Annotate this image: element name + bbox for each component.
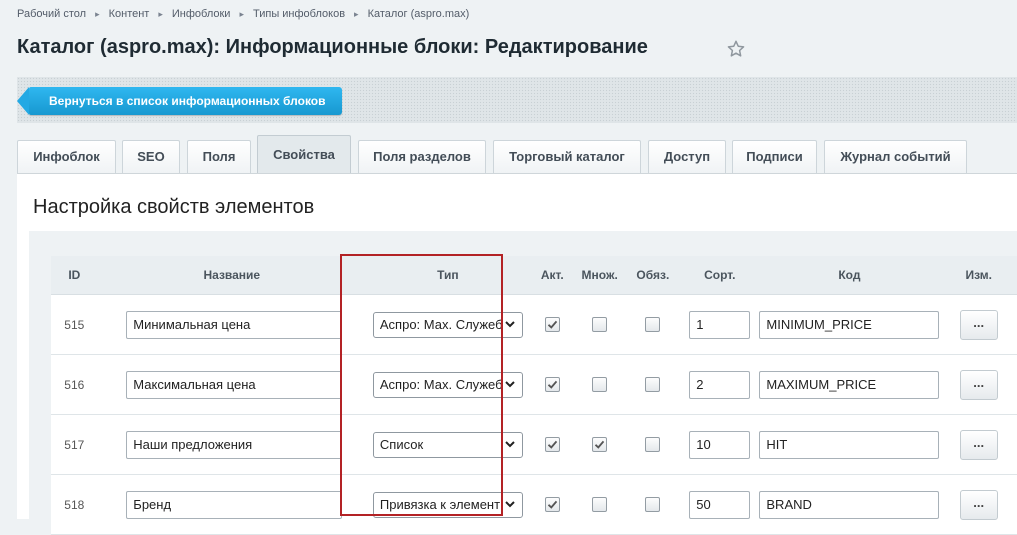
- property-type-select[interactable]: Привязка к элемент: [372, 491, 523, 518]
- required-checkbox[interactable]: [645, 317, 661, 333]
- tab-content: Настройка свойств элементов ID Название …: [17, 173, 1017, 535]
- property-name-input[interactable]: Наши предложения: [126, 430, 343, 459]
- tab-infoblock[interactable]: Инфоблок: [17, 140, 116, 173]
- property-id: 517: [51, 414, 98, 475]
- edit-more-button[interactable]: ...: [959, 429, 998, 460]
- column-header-multiple: Множ.: [574, 256, 625, 295]
- multiple-checkbox[interactable]: [592, 377, 608, 393]
- tab-properties[interactable]: Свойства: [257, 135, 351, 173]
- column-header-sort: Сорт.: [681, 256, 759, 295]
- property-id: 516: [51, 354, 98, 415]
- property-name-input[interactable]: Максимальная цена: [126, 370, 343, 399]
- breadcrumb: Рабочий стол ▸ Контент ▸ Инфоблоки ▸ Тип…: [17, 8, 469, 20]
- chevron-down-icon: [505, 320, 515, 327]
- star-icon[interactable]: [726, 39, 746, 59]
- checkmark-icon: [547, 320, 557, 329]
- sort-input[interactable]: 2: [689, 370, 751, 399]
- breadcrumb-separator-icon: ▸: [354, 8, 359, 19]
- tab-access[interactable]: Доступ: [648, 140, 726, 173]
- chevron-down-icon: [505, 380, 515, 387]
- property-type-value: Привязка к элемент: [379, 496, 501, 512]
- breadcrumb-item[interactable]: Каталог (aspro.max): [368, 8, 470, 20]
- properties-table-wrapper: ID Название Тип Акт. Множ. Обяз. Сорт. К…: [51, 256, 1017, 535]
- property-type-select[interactable]: Аспро: Мах. Служеб: [372, 311, 523, 338]
- tab-event-log[interactable]: Журнал событий: [824, 140, 967, 173]
- tab-section-fields[interactable]: Поля разделов: [358, 140, 486, 173]
- code-input[interactable]: BRAND: [759, 490, 940, 519]
- tab-trade-catalog[interactable]: Торговый каталог: [493, 140, 641, 173]
- property-type-value: Список: [379, 436, 424, 452]
- properties-table: ID Название Тип Акт. Множ. Обяз. Сорт. К…: [51, 256, 1017, 535]
- breadcrumb-separator-icon: ▸: [95, 8, 100, 19]
- property-type-value: Аспро: Мах. Служеб: [379, 376, 503, 392]
- breadcrumb-item[interactable]: Инфоблоки: [172, 8, 231, 20]
- column-header-code: Код: [758, 256, 941, 295]
- active-checkbox[interactable]: [544, 497, 560, 513]
- breadcrumb-separator-icon: ▸: [158, 8, 163, 19]
- required-checkbox[interactable]: [645, 497, 661, 513]
- active-checkbox[interactable]: [544, 377, 560, 393]
- tab-seo[interactable]: SEO: [122, 140, 180, 173]
- column-header-active: Акт.: [529, 256, 575, 295]
- toolbar: Вернуться в список информационных блоков: [17, 77, 1017, 123]
- checkmark-icon: [595, 440, 605, 449]
- property-name-input[interactable]: Минимальная цена: [126, 310, 343, 339]
- chevron-down-icon: [505, 500, 515, 507]
- property-type-select[interactable]: Список: [372, 431, 523, 458]
- code-input[interactable]: MINIMUM_PRICE: [759, 310, 940, 339]
- code-input[interactable]: MAXIMUM_PRICE: [759, 370, 940, 399]
- tab-fields[interactable]: Поля: [187, 140, 251, 173]
- checkmark-icon: [547, 500, 557, 509]
- column-header-name: Название: [97, 256, 366, 295]
- column-header-edit: Изм.: [940, 256, 1017, 295]
- column-header-required: Обяз.: [624, 256, 682, 295]
- multiple-checkbox[interactable]: [592, 317, 608, 333]
- property-name-input[interactable]: Бренд: [126, 490, 343, 519]
- table-row: 517 Наши предложения Список 10 HIT...: [51, 414, 1017, 475]
- active-checkbox[interactable]: [544, 437, 560, 453]
- active-checkbox[interactable]: [544, 317, 560, 333]
- checkmark-icon: [547, 380, 557, 389]
- breadcrumb-item[interactable]: Типы инфоблоков: [253, 8, 345, 20]
- back-to-list-button[interactable]: Вернуться в список информационных блоков: [17, 87, 342, 115]
- property-type-value: Аспро: Мах. Служеб: [379, 316, 503, 332]
- edit-more-button[interactable]: ...: [959, 309, 998, 340]
- property-id: 515: [51, 294, 98, 355]
- breadcrumb-item[interactable]: Рабочий стол: [17, 8, 86, 20]
- property-id: 518: [51, 474, 98, 535]
- table-row: 518 Бренд Привязка к элемент 50 BRAND...: [51, 474, 1017, 535]
- edit-more-button[interactable]: ...: [959, 489, 998, 520]
- code-input[interactable]: HIT: [759, 430, 940, 459]
- multiple-checkbox[interactable]: [592, 437, 608, 453]
- breadcrumb-item[interactable]: Контент: [109, 8, 150, 20]
- properties-panel: ID Название Тип Акт. Множ. Обяз. Сорт. К…: [29, 231, 1017, 535]
- sort-input[interactable]: 1: [689, 310, 751, 339]
- multiple-checkbox[interactable]: [592, 497, 608, 513]
- tab-labels[interactable]: Подписи: [732, 140, 817, 173]
- section-title: Настройка свойств элементов: [33, 196, 315, 218]
- table-header-row: ID Название Тип Акт. Множ. Обяз. Сорт. К…: [51, 256, 1017, 295]
- column-header-id: ID: [51, 256, 98, 295]
- page-title: Каталог (aspro.max): Информационные блок…: [17, 36, 648, 58]
- column-header-type: Тип: [365, 256, 530, 295]
- edit-more-button[interactable]: ...: [959, 369, 998, 400]
- table-row: 515 Минимальная цена Аспро: Мах. Служеб 1 MI…: [51, 294, 1017, 355]
- chevron-down-icon: [505, 440, 515, 447]
- breadcrumb-separator-icon: ▸: [239, 8, 244, 19]
- table-row: 516 Максимальная цена Аспро: Мах. Служеб 2 M…: [51, 354, 1017, 415]
- required-checkbox[interactable]: [645, 377, 661, 393]
- checkmark-icon: [547, 440, 557, 449]
- sort-input[interactable]: 50: [689, 490, 751, 519]
- property-type-select[interactable]: Аспро: Мах. Служеб: [372, 371, 523, 398]
- required-checkbox[interactable]: [645, 437, 661, 453]
- sort-input[interactable]: 10: [689, 430, 751, 459]
